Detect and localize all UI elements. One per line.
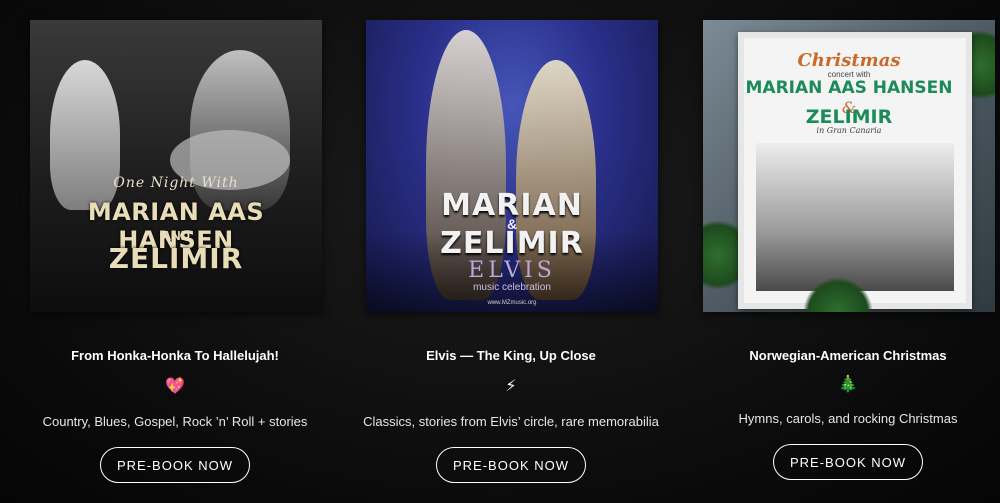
poster-location: in Gran Canaria [816, 126, 882, 135]
event-cards: One Night With MARIAN AAS HANSEN AND ZEL… [0, 0, 1000, 503]
event-title: From Honka-Honka To Hallelujah! [71, 348, 279, 363]
event-description: Hymns, carols, and rocking Christmas [738, 411, 958, 426]
event-poster-image[interactable]: MARIAN & ZELIMIR ELVIS music celebration… [366, 20, 658, 312]
poster-tagline: One Night With [113, 175, 239, 191]
poster-headline-2: ZELIMIR [805, 106, 893, 128]
poster-connector: AND [161, 228, 191, 243]
poster-headline-2: ZELIMIR [440, 226, 584, 261]
couple-photo [756, 143, 954, 291]
event-poster-image[interactable]: Christmas concert with MARIAN AAS HANSEN… [703, 20, 995, 312]
poster-subtitle: ELVIS [468, 258, 556, 283]
event-card: One Night With MARIAN AAS HANSEN AND ZEL… [10, 0, 340, 503]
pre-book-button[interactable]: PRE-BOOK NOW [773, 444, 923, 480]
christmas-tree-icon: 🎄 [838, 374, 858, 393]
poster-url: www.MZmusic.org [487, 300, 537, 306]
pre-book-button[interactable]: PRE-BOOK NOW [100, 447, 250, 483]
event-description: Country, Blues, Gospel, Rock ’n’ Roll + … [42, 414, 308, 429]
event-description: Classics, stories from Elvis’ circle, ra… [363, 414, 659, 429]
poster-headline: MARIAN AAS HANSEN [745, 78, 953, 98]
poster-caption: music celebration [473, 282, 551, 293]
event-title: Elvis — The King, Up Close [426, 348, 596, 363]
event-card: MARIAN & ZELIMIR ELVIS music celebration… [346, 0, 676, 503]
pine-branch-icon [803, 277, 873, 312]
lightning-icon: ⚡ [505, 376, 517, 395]
pre-book-button[interactable]: PRE-BOOK NOW [436, 447, 586, 483]
event-card: Christmas concert with MARIAN AAS HANSEN… [683, 0, 1000, 503]
poster-headline-2: ZELIMIR [108, 242, 244, 275]
poster-tagline: Christmas [797, 50, 901, 71]
event-poster-image[interactable]: One Night With MARIAN AAS HANSEN AND ZEL… [30, 20, 322, 312]
sparkling-heart-icon: 💖 [165, 376, 185, 395]
event-title: Norwegian-American Christmas [749, 348, 947, 363]
